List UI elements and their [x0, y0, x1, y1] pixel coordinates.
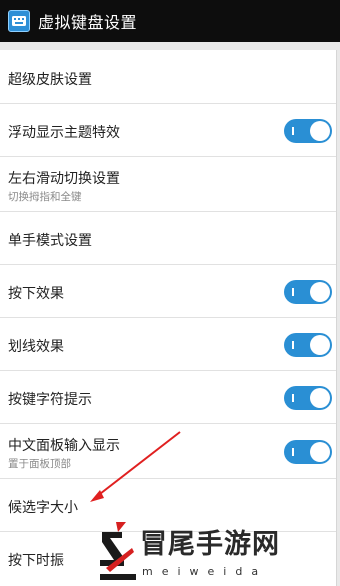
setting-label: 按下效果 [8, 286, 64, 302]
floating-theme-effect-toggle[interactable] [284, 119, 332, 143]
toggle-knob [310, 388, 330, 408]
setting-label: 划线效果 [8, 339, 64, 355]
setting-label: 左右滑动切换设置 [8, 171, 120, 187]
setting-label: 单手模式设置 [8, 233, 92, 249]
site-watermark: 冒尾手游网 meiweida [96, 518, 340, 586]
setting-key-char-hint[interactable]: 按键字符提示 [0, 371, 336, 424]
setting-floating-theme-effect[interactable]: 浮动显示主题特效 [0, 104, 336, 157]
toggle-knob [310, 121, 330, 141]
setting-chinese-panel-input[interactable]: 中文面板输入显示 置于面板顶部 [0, 424, 336, 479]
setting-swipe-line-effect[interactable]: 划线效果 [0, 318, 336, 371]
setting-label: 浮动显示主题特效 [8, 125, 120, 141]
setting-super-skin[interactable]: 超级皮肤设置 [0, 50, 336, 104]
setting-label: 候选字大小 [8, 500, 78, 516]
watermark-title: 冒尾手游网 [140, 529, 280, 560]
toggle-on-mark-icon [292, 394, 294, 402]
title-bar: 虚拟键盘设置 [0, 0, 340, 42]
setting-label: 超级皮肤设置 [8, 72, 92, 88]
watermark-subtitle: meiweida [142, 565, 268, 578]
press-effect-toggle[interactable] [284, 280, 332, 304]
key-char-hint-toggle[interactable] [284, 386, 332, 410]
setting-label: 中文面板输入显示 [8, 438, 120, 454]
toggle-on-mark-icon [292, 127, 294, 135]
toggle-knob [310, 442, 330, 462]
settings-list: 超级皮肤设置 浮动显示主题特效 左右滑动切换设置 切换拇指和全键 单手模式设置 … [0, 50, 337, 586]
setting-description: 置于面板顶部 [8, 458, 71, 470]
toggle-knob [310, 282, 330, 302]
page-title: 虚拟键盘设置 [38, 13, 138, 32]
keyboard-app-icon [8, 10, 30, 32]
setting-press-effect[interactable]: 按下效果 [0, 265, 336, 318]
toggle-knob [310, 335, 330, 355]
chinese-panel-input-toggle[interactable] [284, 440, 332, 464]
setting-one-hand-mode[interactable]: 单手模式设置 [0, 212, 336, 265]
setting-swipe-switch[interactable]: 左右滑动切换设置 切换拇指和全键 [0, 157, 336, 212]
toggle-on-mark-icon [292, 448, 294, 456]
toggle-on-mark-icon [292, 341, 294, 349]
setting-description: 切换拇指和全键 [8, 191, 82, 203]
setting-label: 按下时振 [8, 553, 64, 569]
watermark-logo-icon [100, 522, 136, 580]
toggle-on-mark-icon [292, 288, 294, 296]
setting-label: 按键字符提示 [8, 392, 92, 408]
swipe-line-effect-toggle[interactable] [284, 333, 332, 357]
